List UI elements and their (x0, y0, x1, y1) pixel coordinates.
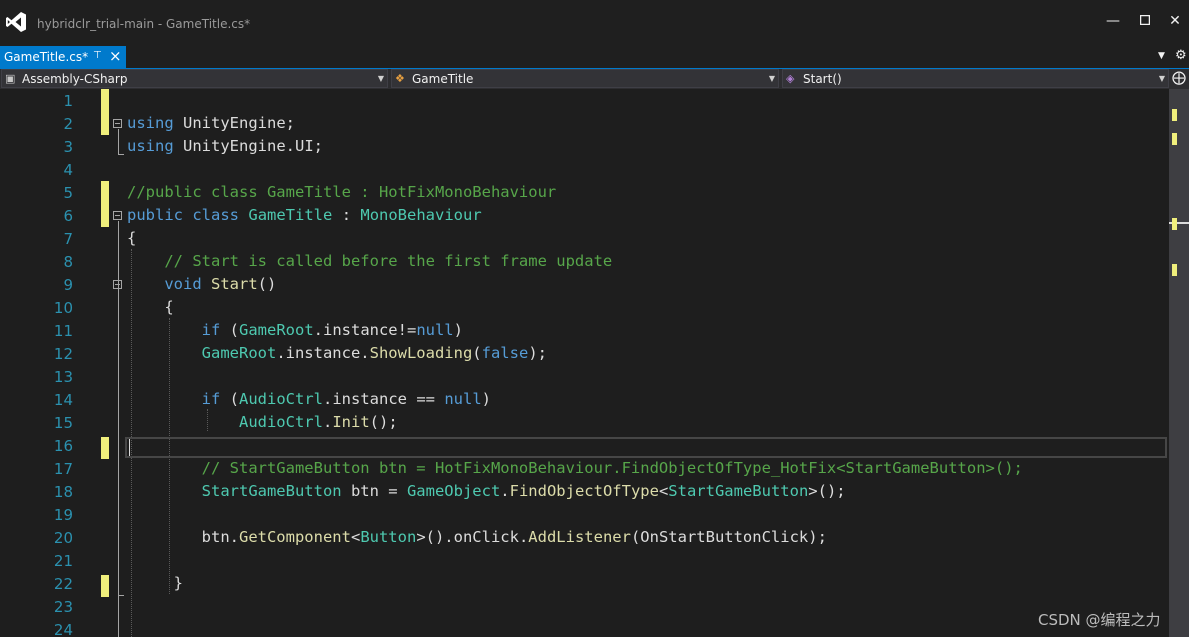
line-number: 21 (53, 552, 73, 570)
code-line: StartGameButton btn = GameObject.FindObj… (201, 482, 846, 500)
code-line: // Start is called before the first fram… (164, 252, 613, 270)
line-number: 18 (53, 483, 73, 501)
line-number-gutter: 1 2 3 4 5 6 7 8 9 10 11 12 13 14 15 16 1… (0, 89, 100, 637)
line-number: 24 (53, 621, 73, 637)
code-line: // StartGameButton btn = HotFixMonoBehav… (201, 459, 1023, 477)
code-line: //public class GameTitle : HotFixMonoBeh… (127, 183, 557, 201)
tab-list-dropdown-icon[interactable]: ▼ (1158, 51, 1165, 61)
collapse-icon[interactable] (113, 211, 122, 220)
line-number: 12 (53, 345, 73, 363)
navigation-bar: ▣ Assembly-CSharp ▼ ❖ GameTitle ▼ ◈ Star… (0, 69, 1189, 89)
line-number: 13 (53, 368, 73, 386)
chevron-down-icon: ▼ (1158, 74, 1165, 83)
chevron-down-icon: ▼ (768, 74, 775, 83)
line-number: 8 (63, 253, 73, 271)
change-marker (1172, 218, 1177, 230)
line-number: 10 (53, 299, 73, 317)
outline-line (118, 129, 119, 155)
tab-gametitle-cs[interactable]: GameTitle.cs* ⊤ × (0, 46, 126, 68)
code-line: void Start() (164, 275, 277, 293)
project-dropdown[interactable]: ▣ Assembly-CSharp ▼ (1, 69, 388, 88)
line-number: 5 (63, 184, 73, 202)
type-dropdown[interactable]: ❖ GameTitle ▼ (391, 69, 779, 88)
line-number: 11 (53, 322, 73, 340)
change-marker (101, 181, 109, 227)
pin-icon[interactable]: ⊤ (93, 50, 102, 61)
code-line: using UnityEngine; (127, 114, 295, 132)
line-number: 6 (63, 207, 73, 225)
collapse-icon[interactable] (113, 280, 122, 289)
line-number: 2 (63, 115, 73, 133)
project-label: Assembly-CSharp (22, 72, 128, 86)
line-number: 20 (53, 529, 73, 547)
outline-end (118, 154, 124, 155)
code-line: } (127, 574, 183, 592)
collapse-icon[interactable] (113, 119, 122, 128)
line-number: 3 (63, 138, 73, 156)
code-line: public class GameTitle : MonoBehaviour (127, 206, 482, 224)
change-marker (1172, 264, 1177, 276)
current-line-highlight (125, 437, 1167, 458)
window-title: hybridclr_trial-main - GameTitle.cs* (37, 17, 251, 31)
gear-icon[interactable]: ⚙ (1175, 48, 1187, 63)
line-number: 23 (53, 598, 73, 616)
line-number: 19 (53, 506, 73, 524)
line-number: 16 (53, 437, 73, 455)
code-line: GameRoot.instance.ShowLoading(false); (201, 344, 547, 362)
code-line: { (127, 298, 174, 316)
project-icon: ▣ (5, 72, 16, 85)
document-tab-strip: GameTitle.cs* ⊤ × ▼ ⚙ (0, 46, 1189, 70)
code-line: if (AudioCtrl.instance == null) (201, 390, 491, 408)
outline-end (118, 595, 124, 596)
chevron-down-icon: ▼ (377, 74, 384, 83)
text-caret (129, 439, 130, 456)
visual-studio-logo-icon (6, 12, 26, 32)
minimize-icon[interactable]: — (1099, 11, 1127, 31)
watermark: CSDN @编程之力 (1038, 611, 1161, 629)
split-window-icon[interactable]: ⨁ (1172, 70, 1186, 86)
code-line: btn.GetComponent<Button>().onClick.AddLi… (127, 528, 827, 546)
code-editor[interactable]: 1 2 3 4 5 6 7 8 9 10 11 12 13 14 15 16 1… (0, 89, 1169, 637)
line-number: 4 (63, 161, 73, 179)
tab-label: GameTitle.cs* (4, 50, 89, 64)
change-marker (101, 575, 109, 597)
line-number: 7 (63, 230, 73, 248)
line-number: 17 (53, 460, 73, 478)
line-number: 9 (63, 276, 73, 294)
line-number: 14 (53, 391, 73, 409)
change-marker (101, 437, 109, 459)
class-icon: ❖ (395, 72, 405, 85)
line-number: 1 (63, 92, 73, 110)
title-bar: hybridclr_trial-main - GameTitle.cs* — ✕ (0, 0, 1189, 46)
change-marker (101, 89, 109, 135)
member-dropdown[interactable]: ◈ Start() ▼ (782, 69, 1169, 88)
code-line: AudioCtrl.Init(); (238, 413, 398, 431)
close-tab-icon[interactable]: × (109, 47, 122, 65)
maximize-icon[interactable] (1131, 11, 1159, 31)
close-icon[interactable]: ✕ (1161, 11, 1189, 31)
type-label: GameTitle (412, 72, 474, 86)
code-line: { (127, 229, 137, 247)
code-line: if (GameRoot.instance!=null) (201, 321, 463, 339)
line-number: 22 (53, 575, 73, 593)
member-label: Start() (803, 72, 842, 86)
vertical-scrollbar[interactable] (1169, 89, 1189, 637)
code-line: using UnityEngine.UI; (127, 137, 323, 155)
method-icon: ◈ (786, 72, 795, 85)
line-number: 15 (53, 414, 73, 432)
change-marker (1172, 109, 1177, 121)
change-marker (1172, 133, 1177, 145)
